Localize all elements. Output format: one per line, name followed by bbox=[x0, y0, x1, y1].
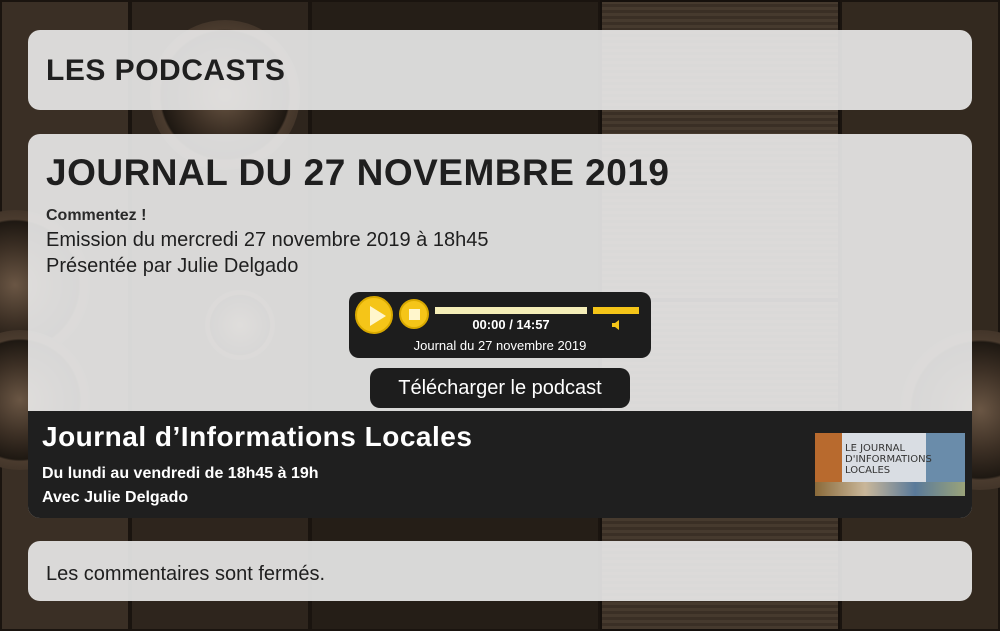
episode-card: JOURNAL DU 27 NOVEMBRE 2019 Commentez ! … bbox=[28, 134, 972, 518]
show-logo-text: LE JOURNAL D'INFORMATIONS LOCALES bbox=[845, 443, 932, 476]
show-logo-photo-strip bbox=[815, 482, 965, 496]
show-logo[interactable]: LE JOURNAL D'INFORMATIONS LOCALES bbox=[815, 433, 965, 496]
episode-title: JOURNAL DU 27 NOVEMBRE 2019 bbox=[46, 152, 670, 193]
playback-time: 00:00 / 14:57 bbox=[472, 317, 550, 332]
show-host: Avec Julie Delgado bbox=[42, 489, 189, 506]
progress-bar[interactable] bbox=[435, 307, 587, 314]
comments-card: Les commentaires sont fermés. bbox=[28, 541, 972, 601]
play-button[interactable] bbox=[355, 296, 393, 334]
stop-icon bbox=[409, 309, 420, 320]
show-title[interactable]: Journal d’Informations Locales bbox=[42, 421, 472, 453]
track-title: Journal du 27 novembre 2019 bbox=[413, 338, 587, 353]
audio-player: 00:00 / 14:57 Journal du 27 novembre 201… bbox=[349, 292, 651, 358]
play-icon bbox=[370, 306, 386, 326]
presenter-line: Présentée par Julie Delgado bbox=[46, 255, 299, 277]
volume-slider[interactable] bbox=[593, 307, 639, 314]
show-info-band: Journal d’Informations Locales Du lundi … bbox=[28, 411, 972, 518]
download-podcast-button[interactable]: Télécharger le podcast bbox=[370, 368, 630, 408]
stop-button[interactable] bbox=[399, 299, 429, 329]
speaker-icon[interactable] bbox=[611, 319, 623, 331]
page-header-card: LES PODCASTS bbox=[28, 30, 972, 110]
comment-link[interactable]: Commentez ! bbox=[46, 207, 146, 225]
comments-closed-notice: Les commentaires sont fermés. bbox=[46, 563, 325, 585]
broadcast-date: Emission du mercredi 27 novembre 2019 à … bbox=[46, 229, 489, 251]
show-schedule: Du lundi au vendredi de 18h45 à 19h bbox=[42, 465, 319, 482]
page-title: LES PODCASTS bbox=[46, 54, 286, 87]
